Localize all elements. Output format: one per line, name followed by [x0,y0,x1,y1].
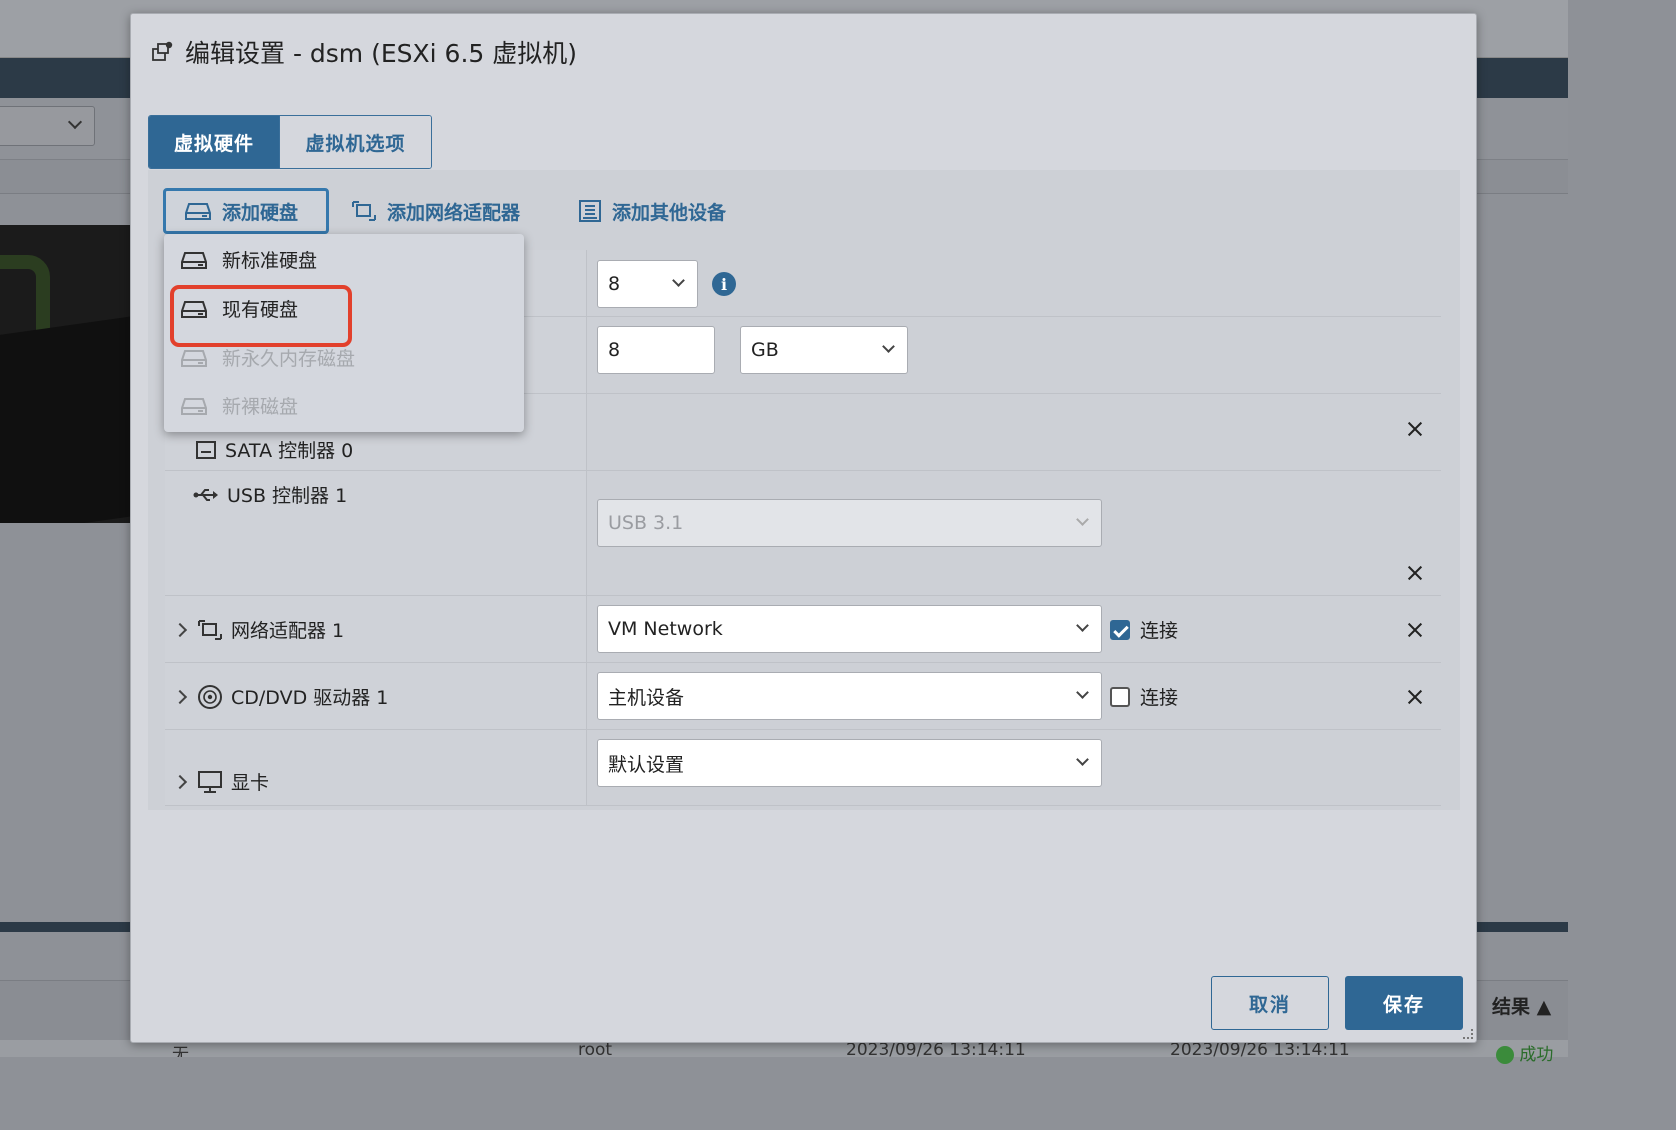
menu-item-label: 新标准硬盘 [222,250,318,272]
info-icon[interactable]: i [712,272,736,296]
network-value: VM Network [608,618,723,640]
hard-disk-icon [180,348,208,368]
network-label-group[interactable]: 网络适配器 1 [172,616,345,643]
sata-label-group: SATA 控制器 0 [195,436,353,463]
cpu-value: 8 [608,273,621,295]
hard-disk-icon [180,250,208,270]
menu-item-label: 新裸磁盘 [222,396,299,418]
other-device-icon [578,199,602,223]
result-column-header[interactable]: 结果 ▲ [1492,992,1551,1019]
remove-network-button[interactable] [1405,620,1425,640]
checkbox-unchecked-icon[interactable] [1110,686,1130,707]
cd-dvd-icon [197,684,223,710]
usb-label-group: USB 控制器 1 [193,481,347,508]
display-label: 显卡 [231,772,270,794]
network-select[interactable]: VM Network [597,605,1102,653]
cddvd-value: 主机设备 [608,686,685,709]
remove-usb-button[interactable] [1405,563,1425,583]
network-adapter-icon [351,199,377,223]
memory-size-input[interactable]: 8 [597,326,715,374]
add-device-bar: 添加硬盘 添加网络适配器 添加其他设备 [163,188,726,234]
add-network-label: 添加网络适配器 [387,201,521,224]
display-value: 默认设置 [608,753,685,776]
cddvd-label-group[interactable]: CD/DVD 驱动器 1 [172,683,389,710]
menu-item-new-raw-disk: 新裸磁盘 [180,392,298,419]
monitor-icon [197,770,223,794]
cpu-select[interactable]: 8 [597,260,698,308]
hardware-row-cddvd: CD/DVD 驱动器 1 主机设备 连接 [165,663,1441,730]
hardware-row-display: 显卡 默认设置 [165,730,1441,806]
hardware-label-cell: 显卡 [165,730,587,805]
dialog-title-bar: 编辑设置 - dsm (ESXi 6.5 虚拟机) [151,36,577,68]
success-icon [1496,1046,1514,1064]
chevron-down-icon [67,114,83,130]
display-select[interactable]: 默认设置 [597,739,1102,787]
hardware-row-usb: USB 控制器 1 USB 3.1 [165,471,1441,596]
tab-virtual-hardware[interactable]: 虚拟硬件 [149,116,279,168]
cddvd-connect-checkbox[interactable]: 连接 [1110,683,1178,710]
sata-label: SATA 控制器 0 [225,440,354,462]
memory-unit: GB [751,339,779,361]
hard-disk-icon [184,201,212,221]
save-button[interactable]: 保存 [1345,976,1463,1030]
chevron-down-icon [1076,619,1089,632]
add-disk-label: 添加硬盘 [222,201,299,224]
background-console-preview [0,225,132,523]
vm-edit-icon [151,41,173,63]
menu-item-new-pmem-disk: 新永久内存磁盘 [180,344,355,371]
memory-value: 8 [608,339,621,361]
hardware-label-cell: CD/DVD 驱动器 1 [165,663,587,729]
network-connect-checkbox[interactable]: 连接 [1110,616,1178,643]
add-other-label: 添加其他设备 [612,201,727,224]
network-label: 网络适配器 1 [231,620,345,642]
hard-disk-icon [180,396,208,416]
menu-item-label: 新永久内存磁盘 [222,348,356,370]
chevron-right-icon[interactable] [172,689,188,704]
edit-settings-dialog: 编辑设置 - dsm (ESXi 6.5 虚拟机) 虚拟硬件 虚拟机选项 添加硬… [130,13,1477,1043]
add-network-adapter-button[interactable]: 添加网络适配器 [351,198,520,225]
add-disk-button[interactable]: 添加硬盘 [163,188,329,234]
chevron-down-icon [1076,753,1089,766]
network-connect-label: 连接 [1140,620,1179,642]
hardware-label-cell: USB 控制器 1 [165,471,587,595]
cddvd-connect-label: 连接 [1140,687,1179,709]
result-success: 成功 [1496,1040,1553,1065]
dialog-title: 编辑设置 - dsm (ESXi 6.5 虚拟机) [185,39,578,68]
tab-vm-options[interactable]: 虚拟机选项 [279,116,431,168]
cddvd-select[interactable]: 主机设备 [597,672,1102,720]
usb-label: USB 控制器 1 [227,485,348,507]
display-label-group[interactable]: 显卡 [172,768,270,795]
dialog-tabs: 虚拟硬件 虚拟机选项 [148,115,432,169]
usb-type-select: USB 3.1 [597,499,1102,547]
resize-grip[interactable] [1463,1029,1473,1039]
background-select[interactable] [0,106,95,146]
chevron-down-icon [672,274,685,287]
highlight-annotation-box [170,285,352,347]
memory-unit-select[interactable]: GB [740,326,908,374]
chevron-right-icon[interactable] [172,774,188,789]
chevron-down-icon [1076,513,1089,526]
chevron-down-icon [1076,686,1089,699]
chevron-right-icon[interactable] [172,622,188,637]
usb-type: USB 3.1 [608,512,684,534]
cancel-button[interactable]: 取消 [1211,976,1329,1030]
remove-sata-button[interactable] [1405,419,1425,439]
console-shade [0,315,132,523]
checkbox-checked-icon[interactable] [1110,619,1130,640]
remove-cddvd-button[interactable] [1405,687,1425,707]
result-text: 成功 [1519,1045,1554,1065]
hardware-label-cell: 网络适配器 1 [165,596,587,662]
usb-icon [193,487,219,503]
cddvd-label: CD/DVD 驱动器 1 [231,687,389,709]
add-other-device-button[interactable]: 添加其他设备 [578,198,726,225]
sata-controller-icon [195,440,217,460]
menu-item-new-standard-disk[interactable]: 新标准硬盘 [180,246,317,273]
chevron-down-icon [882,340,895,353]
network-adapter-icon [197,618,223,642]
hardware-row-network: 网络适配器 1 VM Network 连接 [165,596,1441,663]
